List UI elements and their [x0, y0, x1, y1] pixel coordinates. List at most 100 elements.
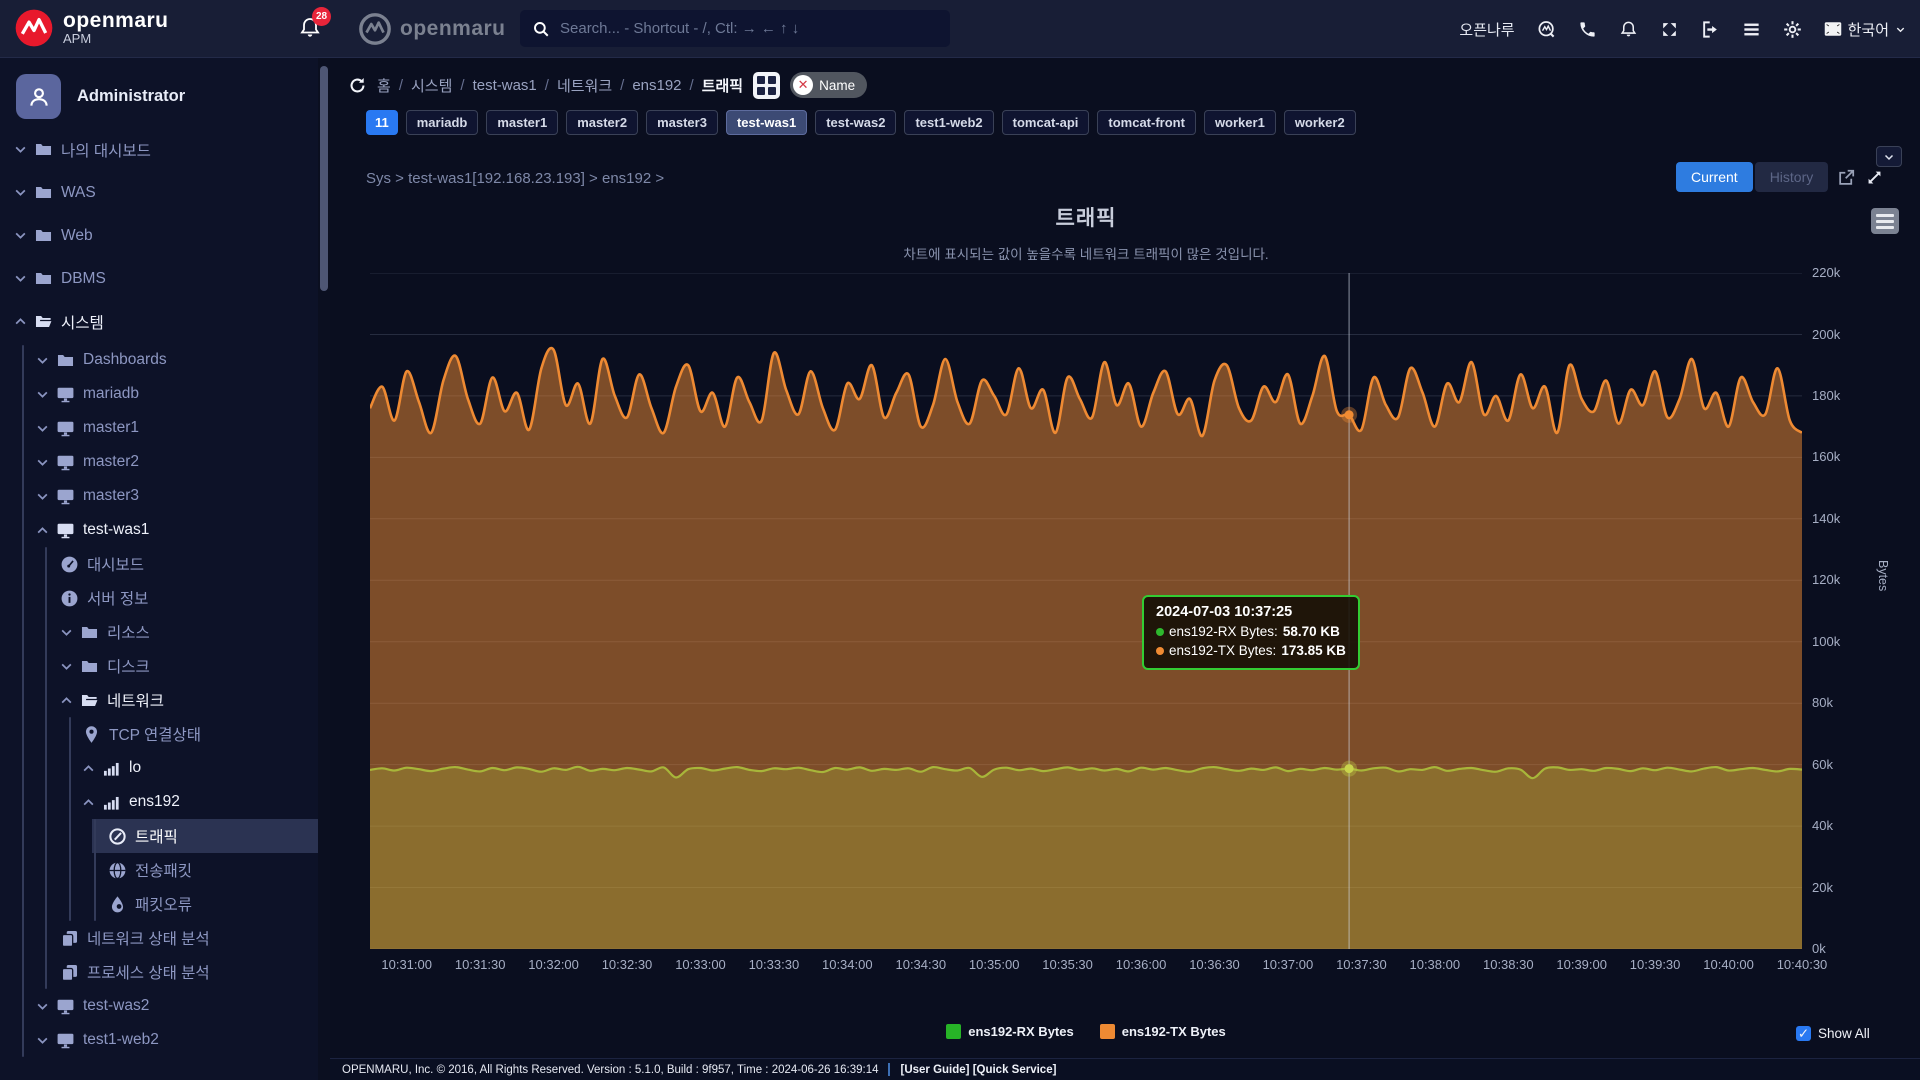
sidebar-item-lo[interactable]: lo — [0, 751, 318, 785]
sidebar-item-mariadb[interactable]: mariadb — [0, 377, 318, 411]
server-tag-test-was2[interactable]: test-was2 — [815, 110, 896, 135]
sidebar-item-master2[interactable]: master2 — [0, 445, 318, 479]
sidebar-scrollbar[interactable] — [318, 58, 330, 1080]
sidebar-item-dbms[interactable]: DBMS — [0, 257, 318, 300]
sidebar-item-label: Web — [61, 227, 93, 245]
breadcrumb-item-ens192[interactable]: ens192 — [632, 77, 681, 94]
phone-icon[interactable] — [1578, 20, 1597, 39]
server-count-badge: 11 — [366, 110, 398, 135]
legend-item-ens192-rx-bytes[interactable]: ens192-RX Bytes — [946, 1024, 1074, 1039]
show-all-label: Show All — [1818, 1026, 1870, 1041]
breadcrumb: 홈/시스템/test-was1/네트워크/ens192/트래픽 — [377, 75, 743, 96]
sidebar-item-네트워크-상태-분석[interactable]: 네트워크 상태 분석 — [0, 921, 318, 955]
search-input[interactable] — [560, 20, 938, 37]
breadcrumb-item-홈[interactable]: 홈 — [377, 75, 391, 96]
server-tag-master3[interactable]: master3 — [646, 110, 718, 135]
breadcrumb-item-시스템[interactable]: 시스템 — [411, 75, 452, 96]
openmaru-logo-icon — [14, 8, 54, 48]
y-axis-tick: 180k — [1812, 388, 1862, 403]
traffic-chart[interactable]: 10:31:0010:31:3010:32:0010:32:3010:33:00… — [370, 273, 1802, 949]
server-tag-worker2[interactable]: worker2 — [1284, 110, 1356, 135]
breadcrumb-item-네트워크[interactable]: 네트워크 — [557, 75, 612, 96]
checkbox-checked-icon: ✓ — [1796, 1026, 1811, 1041]
app-subname: APM — [63, 31, 169, 46]
folder-open-icon — [34, 312, 53, 331]
sidebar-item-서버-정보[interactable]: 서버 정보 — [0, 581, 318, 615]
breadcrumb-item-test-was1[interactable]: test-was1 — [473, 77, 537, 94]
signal-icon — [102, 759, 121, 778]
sidebar-item-패킷오류[interactable]: 패킷오류 — [0, 887, 318, 921]
sidebar-item-트래픽[interactable]: 트래픽 — [92, 819, 318, 853]
history-button[interactable]: History — [1755, 162, 1829, 192]
sidebar-item-디스크[interactable]: 디스크 — [0, 649, 318, 683]
expand-arrows-icon[interactable] — [1660, 20, 1679, 39]
avatar — [16, 74, 61, 119]
bell-icon[interactable] — [1619, 20, 1638, 39]
footer-links[interactable]: [User Guide] [Quick Service] — [900, 1064, 1056, 1076]
sidebar-item-dashboards[interactable]: Dashboards — [0, 343, 318, 377]
external-link-icon[interactable] — [1837, 168, 1856, 187]
x-axis-tick: 10:39:00 — [1542, 957, 1622, 972]
sidebar-item-프로세스-상태-분석[interactable]: 프로세스 상태 분석 — [0, 955, 318, 989]
notification-bell[interactable]: 28 — [298, 16, 324, 42]
sidebar-item-web[interactable]: Web — [0, 214, 318, 257]
chart-subtitle: 차트에 표시되는 값이 높을수록 네트워크 트래픽이 많은 것입니다. — [370, 243, 1802, 263]
menu-icon[interactable] — [1742, 20, 1761, 39]
grid-view-icon[interactable] — [753, 72, 780, 99]
refresh-icon[interactable] — [348, 76, 367, 95]
y-axis-tick: 0k — [1812, 941, 1862, 956]
sidebar-item-전송패킷[interactable]: 전송패킷 — [0, 853, 318, 887]
chart-canvas[interactable] — [370, 273, 1802, 949]
chevron-down-icon — [1883, 151, 1895, 163]
legend-item-ens192-tx-bytes[interactable]: ens192-TX Bytes — [1100, 1024, 1226, 1039]
sidebar-item-나의-대시보드[interactable]: 나의 대시보드 — [0, 128, 318, 171]
sidebar-item-tcp-연결상태[interactable]: TCP 연결상태 — [0, 717, 318, 751]
server-tag-master1[interactable]: master1 — [486, 110, 558, 135]
y-axis-tick: 160k — [1812, 449, 1862, 464]
sidebar-item-label: 리소스 — [107, 621, 150, 643]
scrollbar-thumb[interactable] — [320, 66, 328, 291]
remove-filter-icon[interactable]: ✕ — [793, 75, 813, 95]
sidebar-item-test1-web2[interactable]: test1-web2 — [0, 1023, 318, 1057]
y-axis-tick: 120k — [1812, 572, 1862, 587]
sidebar-item-master3[interactable]: master3 — [0, 479, 318, 513]
user-card[interactable]: Administrator — [16, 74, 185, 119]
sidebar-item-네트워크[interactable]: 네트워크 — [0, 683, 318, 717]
app-logo[interactable]: openmaru APM — [14, 8, 169, 48]
filter-tag-name[interactable]: ✕ Name — [790, 72, 867, 98]
sidebar-item-master1[interactable]: master1 — [0, 411, 318, 445]
sidebar-item-test-was2[interactable]: test-was2 — [0, 989, 318, 1023]
sidebar-item-label: 대시보드 — [87, 553, 144, 575]
sidebar-item-대시보드[interactable]: 대시보드 — [0, 547, 318, 581]
server-tag-test1-web2[interactable]: test1-web2 — [904, 110, 993, 135]
sidebar-item-was[interactable]: WAS — [0, 171, 318, 214]
server-tag-tomcat-front[interactable]: tomcat-front — [1097, 110, 1196, 135]
current-button[interactable]: Current — [1676, 162, 1753, 192]
person-icon — [26, 84, 52, 110]
server-tags-row: 11 mariadb master1 master2 master3 test-was1 t… — [366, 110, 1356, 135]
fullscreen-icon[interactable] — [1865, 168, 1884, 187]
server-tag-test-was1[interactable]: test-was1 — [726, 110, 807, 135]
sidebar-item-label: master3 — [83, 487, 139, 505]
server-tag-mariadb[interactable]: mariadb — [406, 110, 479, 135]
show-all-checkbox[interactable]: ✓ Show All — [1796, 1026, 1870, 1041]
sidebar-item-label: DBMS — [61, 270, 106, 288]
tree-guide-line — [22, 345, 24, 1057]
server-tag-tomcat-api[interactable]: tomcat-api — [1002, 110, 1090, 135]
server-tag-worker1[interactable]: worker1 — [1204, 110, 1276, 135]
monitor-icon — [56, 521, 75, 540]
sidebar-item-시스템[interactable]: 시스템 — [0, 300, 318, 343]
logged-in-user[interactable]: 오픈나루 — [1459, 19, 1514, 40]
sign-out-icon[interactable] — [1701, 20, 1720, 39]
sidebar-item-ens192[interactable]: ens192 — [0, 785, 318, 819]
chart-toolbox-icon[interactable] — [1871, 208, 1899, 234]
secondary-logo-text: openmaru — [400, 17, 506, 41]
chevron-down-icon — [14, 143, 27, 156]
droplet-icon — [108, 895, 127, 914]
apm-logo-icon[interactable] — [1537, 20, 1556, 39]
sidebar-item-test-was1[interactable]: test-was1 — [0, 513, 318, 547]
server-tag-master2[interactable]: master2 — [566, 110, 638, 135]
language-selector[interactable]: 한국어 — [1824, 19, 1906, 40]
gear-icon[interactable] — [1783, 20, 1802, 39]
sidebar-item-리소스[interactable]: 리소스 — [0, 615, 318, 649]
